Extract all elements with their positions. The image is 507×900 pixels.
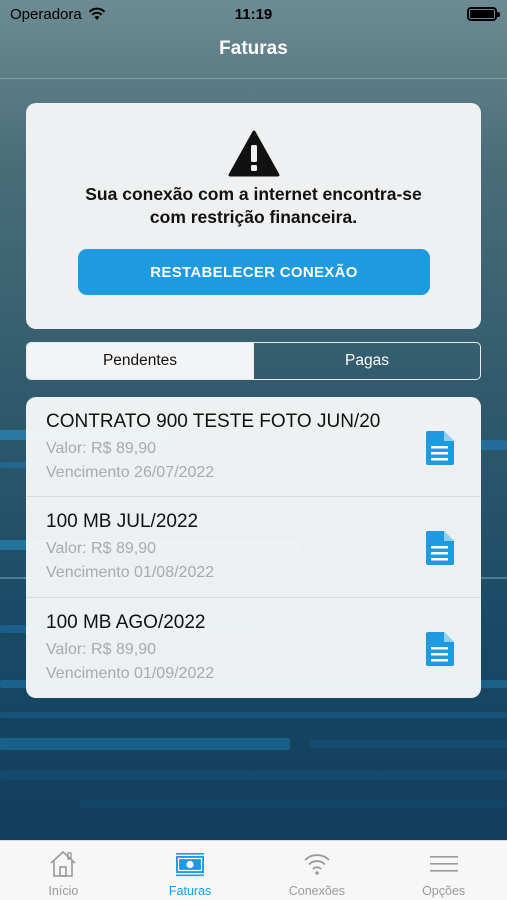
- tab-home[interactable]: Início: [0, 841, 127, 900]
- tab-bar: Início Faturas Conexões Opções: [0, 840, 507, 900]
- tab-options[interactable]: Opções: [380, 841, 507, 900]
- carrier-label: Operadora: [10, 5, 82, 23]
- tab-invoices-label: Faturas: [168, 884, 212, 898]
- invoice-title: 100 MB AGO/2022: [46, 611, 206, 633]
- invoice-row[interactable]: 100 MB AGO/2022 Valor: R$ 89,90 Vencimen…: [26, 598, 481, 698]
- restore-connection-button[interactable]: RESTABELECER CONEXÃO: [78, 249, 430, 295]
- invoice-filter-segmented-control: Pendentes Pagas: [26, 342, 481, 380]
- invoice-row[interactable]: CONTRATO 900 TESTE FOTO JUN/20 Valor: R$…: [26, 397, 481, 498]
- tab-home-label: Início: [48, 884, 79, 898]
- invoice-value: Valor: R$ 89,90: [46, 540, 156, 558]
- document-icon[interactable]: [424, 631, 454, 666]
- warning-message-line1: Sua conexão com a internet encontra-se: [85, 184, 422, 204]
- header-divider: [0, 78, 507, 79]
- segment-pending[interactable]: Pendentes: [27, 343, 253, 379]
- document-icon[interactable]: [424, 431, 454, 465]
- tab-connections[interactable]: Conexões: [254, 841, 381, 900]
- page-title: Faturas: [219, 38, 288, 59]
- connection-warning-card: Sua conexão com a internet encontra-se c…: [26, 103, 481, 329]
- tab-invoices[interactable]: Faturas: [127, 841, 254, 900]
- warning-message: Sua conexão com a internet encontra-se c…: [26, 183, 481, 229]
- invoice-money-icon: [176, 853, 205, 877]
- invoice-title: 100 MB JUL/2022: [46, 511, 199, 533]
- invoice-row[interactable]: 100 MB JUL/2022 Valor: R$ 89,90 Vencimen…: [26, 497, 481, 598]
- warning-message-line2: com restrição financeira.: [149, 207, 358, 227]
- invoice-value: Valor: R$ 89,90: [46, 640, 156, 658]
- wifi-signal-icon: [88, 7, 105, 20]
- invoice-due-date: Vencimento 01/09/2022: [46, 664, 215, 682]
- tab-options-label: Opções: [422, 884, 466, 898]
- document-icon[interactable]: [424, 531, 454, 566]
- status-bar: Operadora 11:19: [0, 0, 507, 28]
- segment-paid[interactable]: Pagas: [253, 343, 480, 379]
- tab-connections-label: Conexões: [288, 884, 346, 898]
- invoice-due-date: Vencimento 26/07/2022: [46, 464, 215, 481]
- warning-icon: [228, 130, 280, 177]
- wifi-icon: [304, 854, 330, 875]
- invoice-title: CONTRATO 900 TESTE FOTO JUN/20: [46, 411, 381, 432]
- battery-icon: [467, 7, 500, 21]
- invoice-due-date: Vencimento 01/08/2022: [46, 564, 215, 582]
- invoice-value: Valor: R$ 89,90: [46, 440, 156, 457]
- invoice-list: CONTRATO 900 TESTE FOTO JUN/20 Valor: R$…: [26, 397, 481, 698]
- home-icon: [50, 850, 76, 877]
- menu-icon: [429, 856, 458, 872]
